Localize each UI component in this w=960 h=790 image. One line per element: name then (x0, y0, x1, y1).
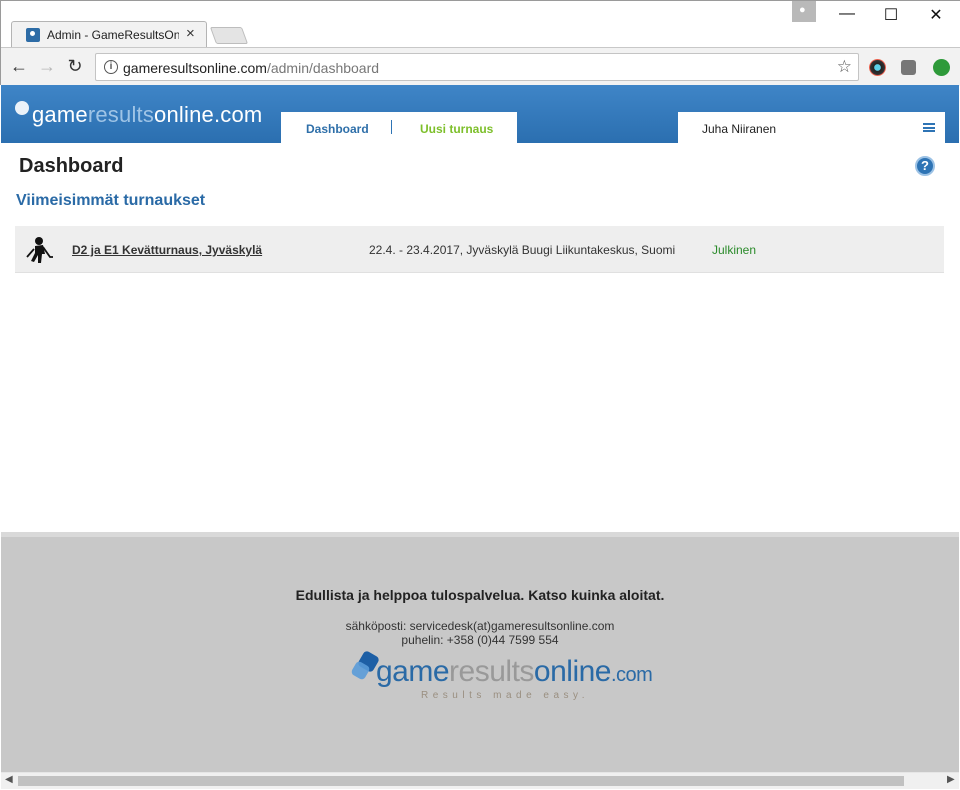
page-title: Dashboard (19, 155, 124, 177)
scrollbar-thumb[interactable] (18, 776, 904, 786)
tab-strip: Admin - GameResultsOnline × ● — ☐ ✕ (1, 1, 960, 48)
logo-results: results (87, 102, 155, 127)
tournament-row: D2 ja E1 Kevätturnaus, Jyväskylä 22.4. -… (15, 226, 944, 273)
profile-button[interactable]: ● (792, 1, 816, 22)
footer-logo: gameresultsonline.com Results made easy. (350, 643, 661, 703)
browser-tab-active[interactable]: Admin - GameResultsOnline × (11, 21, 207, 48)
footer-logo-online: online (533, 655, 612, 688)
hamburger-menu-icon[interactable] (923, 123, 935, 132)
getting-started-link[interactable]: kuinka aloitat (571, 587, 660, 603)
nav-dashboard-link[interactable]: Dashboard (306, 122, 369, 136)
back-arrow-icon[interactable]: ← (9, 56, 29, 76)
footer-logo-results: results (449, 655, 534, 688)
person-icon: ● (799, 4, 806, 16)
site-footer: Edullista ja helppoa tulospalvelua. Kats… (1, 532, 959, 772)
upload-extension-icon[interactable] (933, 59, 950, 76)
logo-online: online.com (154, 102, 263, 127)
footer-logo-text: gameresultsonline.com (376, 655, 653, 689)
color-picker-extension-icon[interactable] (869, 59, 886, 76)
footer-lead: Edullista ja helppoa tulospalvelua. Kats… (1, 587, 959, 603)
url-path: /admin/dashboard (266, 60, 380, 76)
footer-logo-game: game (376, 655, 450, 688)
user-menu: Juha Niiranen (678, 112, 945, 143)
footer-tagline: Results made easy. (421, 690, 590, 701)
horizontal-scrollbar[interactable]: ◀ ▶ (1, 772, 959, 789)
user-name[interactable]: Juha Niiranen (702, 122, 776, 136)
forward-arrow-icon[interactable]: → (37, 56, 57, 76)
tab-title: Admin - GameResultsOnline (47, 28, 179, 42)
tournament-info: 22.4. - 23.4.2017, Jyväskylä Buugi Liiku… (369, 243, 676, 257)
window-close-button[interactable]: ✕ (926, 5, 946, 25)
browser-window: Admin - GameResultsOnline × ● — ☐ ✕ ← → … (0, 0, 960, 86)
footer-email: sähköposti: servicedesk(at)gameresultson… (345, 619, 615, 633)
reload-icon[interactable]: ↻ (65, 56, 85, 76)
bookmark-star-icon[interactable]: ☆ (837, 57, 852, 77)
scroll-left-arrow-icon[interactable]: ◀ (5, 774, 13, 785)
help-icon[interactable]: ? (915, 156, 935, 176)
shopping-bag-extension-icon[interactable] (901, 60, 916, 75)
site-header: gameresultsonline.com Dashboard Uusi tur… (1, 85, 959, 143)
site-info-icon[interactable]: i (104, 60, 118, 74)
footer-lead-text: Edullista ja helppoa tulospalvelua. Kats… (295, 587, 572, 603)
site-logo[interactable]: gameresultsonline.com (32, 102, 262, 128)
logo-hex-icon (15, 101, 29, 115)
address-bar[interactable]: i gameresultsonline.com/admin/dashboard … (95, 53, 859, 81)
scroll-right-arrow-icon[interactable]: ▶ (947, 774, 955, 785)
main-nav: Dashboard Uusi turnaus (281, 112, 517, 143)
nav-new-tournament-link[interactable]: Uusi turnaus (420, 122, 493, 136)
footer-logo-com: .com (610, 664, 653, 686)
window-minimize-button[interactable]: — (837, 5, 857, 23)
footer-lead-end: . (660, 587, 665, 603)
url-text: gameresultsonline.com/admin/dashboard (123, 60, 379, 76)
nav-divider (391, 120, 392, 134)
tournament-status: Julkinen (712, 243, 757, 257)
tab-close-icon[interactable]: × (186, 25, 195, 42)
site-favicon-icon (26, 28, 40, 42)
new-tab-button[interactable] (209, 27, 249, 44)
hockey-player-icon (26, 237, 53, 263)
logo-game: game (32, 102, 88, 127)
section-title: Viimeisimmät turnaukset (16, 192, 206, 209)
window-maximize-button[interactable]: ☐ (881, 5, 901, 25)
browser-toolbar: ← → ↻ i gameresultsonline.com/admin/dash… (1, 47, 960, 86)
tournament-name-link[interactable]: D2 ja E1 Kevätturnaus, Jyväskylä (72, 243, 262, 257)
url-host: gameresultsonline.com (123, 60, 267, 76)
